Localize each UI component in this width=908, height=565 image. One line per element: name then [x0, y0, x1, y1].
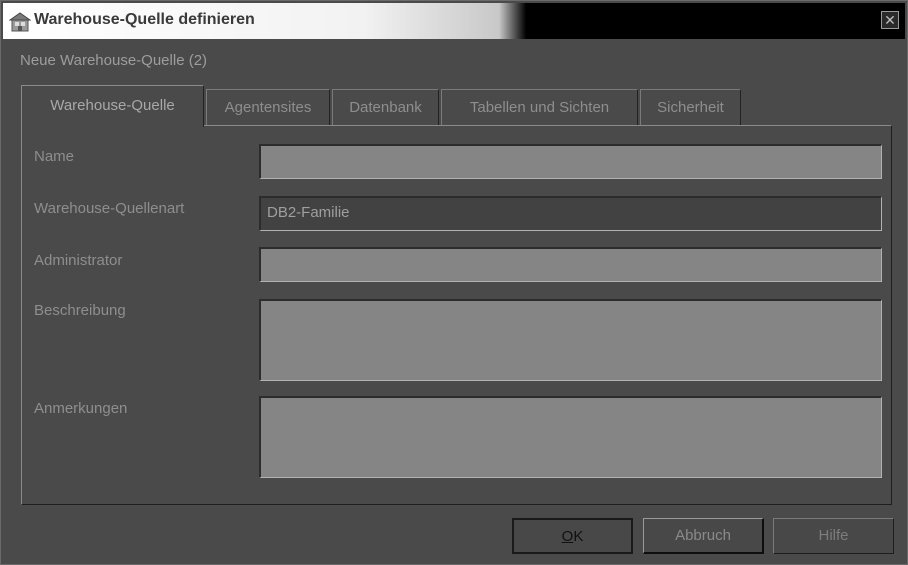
ok-button[interactable]: OK: [512, 518, 633, 554]
description-textarea[interactable]: [259, 299, 882, 381]
dialog-subtitle: Neue Warehouse-Quelle (2): [20, 52, 208, 69]
name-field[interactable]: [259, 144, 882, 179]
close-button[interactable]: ✕: [881, 11, 899, 29]
admin-label: Administrator: [34, 252, 123, 269]
tab-label: Datenbank: [349, 99, 422, 116]
administrator-field[interactable]: [259, 247, 882, 282]
cancel-button[interactable]: Abbruch: [643, 518, 764, 554]
tab-sicherheit[interactable]: Sicherheit: [640, 89, 741, 125]
tab-label: Tabellen und Sichten: [469, 99, 610, 116]
tab-agentensites[interactable]: Agentensites: [206, 89, 330, 125]
dialog-window: Warehouse-Quelle definieren ✕ Neue Wareh…: [0, 0, 908, 565]
close-icon: ✕: [884, 12, 896, 28]
title-bar[interactable]: Warehouse-Quelle definieren ✕: [3, 3, 905, 39]
tab-warehouse-quelle[interactable]: Warehouse-Quelle: [21, 85, 204, 127]
window-title: Warehouse-Quelle definieren: [34, 11, 255, 28]
help-label: Hilfe: [818, 527, 849, 544]
tab-label: Sicherheit: [657, 99, 724, 116]
notes-label: Anmerkungen: [34, 400, 128, 417]
description-label: Beschreibung: [34, 302, 126, 319]
notes-textarea[interactable]: [259, 396, 882, 478]
help-button[interactable]: Hilfe: [773, 518, 894, 554]
cancel-label: Abbruch: [675, 527, 731, 544]
tab-datenbank[interactable]: Datenbank: [332, 89, 439, 125]
tab-label: Warehouse-Quelle: [50, 97, 175, 114]
type-label: Warehouse-Quellenart: [34, 200, 185, 217]
name-label: Name: [34, 148, 75, 165]
tab-label: Agentensites: [224, 99, 312, 116]
type-field[interactable]: DB2-Familie: [259, 196, 882, 231]
warehouse-app-icon: [9, 12, 31, 32]
ok-mnemonic: O: [561, 528, 574, 545]
ok-label-rest: K: [573, 528, 584, 545]
tab-tabellen-und-sichten[interactable]: Tabellen und Sichten: [441, 89, 638, 125]
